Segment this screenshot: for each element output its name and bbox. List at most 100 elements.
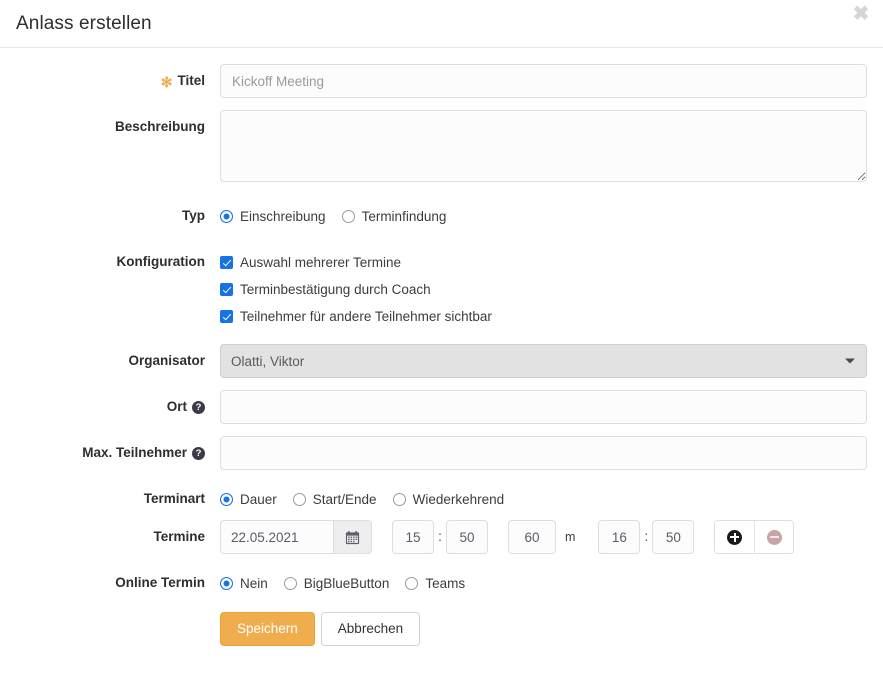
- checkbox-indicator-icon[interactable]: [220, 310, 233, 323]
- radio-typ-einschreibung[interactable]: Einschreibung: [220, 209, 326, 224]
- dialog-body: ✻ Titel Beschreibung Typ Einschreibung: [0, 48, 883, 646]
- label-beschreibung: Beschreibung: [16, 110, 220, 144]
- date-input-group: [220, 520, 372, 554]
- field-row-konfiguration: Konfiguration Auswahl mehrerer Termine T…: [16, 245, 867, 330]
- dialog-title: Anlass erstellen: [16, 14, 152, 33]
- radio-online-nein-label: Nein: [240, 576, 268, 591]
- radio-online-teams[interactable]: Teams: [405, 576, 465, 591]
- remove-termin-button[interactable]: [754, 521, 793, 553]
- required-asterisk-icon: ✻: [161, 75, 173, 89]
- duration-unit-label: m: [556, 520, 584, 554]
- checkbox-auswahl-mehrerer-termine[interactable]: Auswahl mehrerer Termine: [220, 249, 401, 276]
- label-terminart: Terminart: [16, 482, 220, 516]
- radio-terminart-wiederkehrend-label: Wiederkehrend: [413, 492, 505, 507]
- field-row-termine: Termine: [16, 520, 867, 554]
- label-ort-text: Ort: [167, 390, 187, 424]
- ort-input[interactable]: [220, 390, 867, 424]
- terminart-radio-group: Dauer Start/Ende Wiederkehrend: [220, 482, 867, 516]
- start-minute-input[interactable]: [446, 520, 488, 554]
- radio-terminart-start-ende-label: Start/Ende: [313, 492, 377, 507]
- max-teilnehmer-input[interactable]: [220, 436, 867, 470]
- radio-online-bigbluebutton[interactable]: BigBlueButton: [284, 576, 390, 591]
- label-ort: Ort ?: [16, 390, 220, 424]
- footer-actions: Speichern Abbrechen: [220, 612, 867, 646]
- field-row-max-teilnehmer: Max. Teilnehmer ?: [16, 436, 867, 470]
- dialog-header: Anlass erstellen ✖: [0, 0, 883, 48]
- label-termine: Termine: [16, 520, 220, 554]
- field-row-terminart: Terminart Dauer Start/Ende Wiederkehrend: [16, 482, 867, 516]
- field-row-titel: ✻ Titel: [16, 64, 867, 98]
- radio-terminart-wiederkehrend[interactable]: Wiederkehrend: [393, 492, 505, 507]
- titel-input[interactable]: [220, 64, 867, 98]
- label-titel-text: Titel: [177, 64, 205, 98]
- radio-indicator-icon[interactable]: [284, 577, 297, 590]
- radio-indicator-icon[interactable]: [293, 493, 306, 506]
- label-online-termin-text: Online Termin: [115, 566, 205, 600]
- save-button[interactable]: Speichern: [220, 612, 315, 646]
- cancel-button[interactable]: Abbrechen: [321, 612, 420, 646]
- label-termine-text: Termine: [153, 520, 205, 554]
- end-hour-input[interactable]: [598, 520, 640, 554]
- start-hour-input[interactable]: [392, 520, 434, 554]
- radio-terminart-dauer[interactable]: Dauer: [220, 492, 277, 507]
- radio-terminart-start-ende[interactable]: Start/Ende: [293, 492, 377, 507]
- field-online-termin: Nein BigBlueButton Teams: [220, 566, 867, 600]
- radio-online-nein[interactable]: Nein: [220, 576, 268, 591]
- online-termin-radio-group: Nein BigBlueButton Teams: [220, 566, 867, 600]
- radio-indicator-icon[interactable]: [342, 210, 355, 223]
- radio-typ-terminfindung[interactable]: Terminfindung: [342, 209, 447, 224]
- label-online-termin: Online Termin: [16, 566, 220, 600]
- help-icon[interactable]: ?: [192, 401, 205, 414]
- label-titel: ✻ Titel: [16, 64, 220, 98]
- help-icon[interactable]: ?: [192, 447, 205, 460]
- minus-circle-icon: [767, 530, 782, 545]
- radio-typ-terminfindung-label: Terminfindung: [362, 209, 447, 224]
- checkbox-terminbestaetigung-durch-coach-label: Terminbestätigung durch Coach: [240, 282, 431, 297]
- organisator-select[interactable]: Olatti, Viktor: [220, 344, 867, 378]
- radio-indicator-icon[interactable]: [393, 493, 406, 506]
- field-max-teilnehmer: [220, 436, 867, 470]
- typ-radio-group: Einschreibung Terminfindung: [220, 199, 867, 233]
- field-terminart: Dauer Start/Ende Wiederkehrend: [220, 482, 867, 516]
- field-row-beschreibung: Beschreibung: [16, 110, 867, 187]
- field-beschreibung: [220, 110, 867, 187]
- radio-online-bigbluebutton-label: BigBlueButton: [304, 576, 390, 591]
- field-row-typ: Typ Einschreibung Terminfindung: [16, 199, 867, 233]
- field-row-online-termin: Online Termin Nein BigBlueButton Teams: [16, 566, 867, 600]
- button-row: Speichern Abbrechen: [220, 612, 867, 646]
- end-minute-input[interactable]: [652, 520, 694, 554]
- radio-indicator-icon[interactable]: [405, 577, 418, 590]
- termine-controls: : m :: [220, 520, 867, 554]
- field-typ: Einschreibung Terminfindung: [220, 199, 867, 233]
- dialog-footer: Speichern Abbrechen: [16, 612, 867, 646]
- checkbox-auswahl-mehrerer-termine-label: Auswahl mehrerer Termine: [240, 255, 401, 270]
- calendar-icon[interactable]: [333, 520, 372, 554]
- label-max-teilnehmer-text: Max. Teilnehmer: [82, 436, 187, 470]
- field-row-organisator: Organisator Olatti, Viktor: [16, 344, 867, 378]
- plus-circle-icon: [727, 530, 742, 545]
- radio-indicator-icon[interactable]: [220, 577, 233, 590]
- label-organisator: Organisator: [16, 344, 220, 378]
- checkbox-terminbestaetigung-durch-coach[interactable]: Terminbestätigung durch Coach: [220, 276, 431, 303]
- radio-terminart-dauer-label: Dauer: [240, 492, 277, 507]
- beschreibung-textarea[interactable]: [220, 110, 867, 182]
- termin-date-input[interactable]: [220, 520, 333, 554]
- checkbox-indicator-icon[interactable]: [220, 256, 233, 269]
- radio-typ-einschreibung-label: Einschreibung: [240, 209, 326, 224]
- radio-online-teams-label: Teams: [425, 576, 465, 591]
- duration-input[interactable]: [508, 520, 556, 554]
- label-konfiguration-text: Konfiguration: [117, 245, 205, 279]
- label-max-teilnehmer: Max. Teilnehmer ?: [16, 436, 220, 470]
- field-konfiguration: Auswahl mehrerer Termine Terminbestätigu…: [220, 245, 867, 330]
- field-row-ort: Ort ?: [16, 390, 867, 424]
- close-icon[interactable]: ✖: [849, 2, 873, 26]
- checkbox-teilnehmer-sichtbar[interactable]: Teilnehmer für andere Teilnehmer sichtba…: [220, 303, 492, 330]
- label-konfiguration: Konfiguration: [16, 245, 220, 279]
- label-typ-text: Typ: [182, 199, 205, 233]
- label-organisator-text: Organisator: [128, 344, 205, 378]
- radio-indicator-icon[interactable]: [220, 210, 233, 223]
- field-ort: [220, 390, 867, 424]
- add-termin-button[interactable]: [715, 521, 754, 553]
- checkbox-indicator-icon[interactable]: [220, 283, 233, 296]
- radio-indicator-icon[interactable]: [220, 493, 233, 506]
